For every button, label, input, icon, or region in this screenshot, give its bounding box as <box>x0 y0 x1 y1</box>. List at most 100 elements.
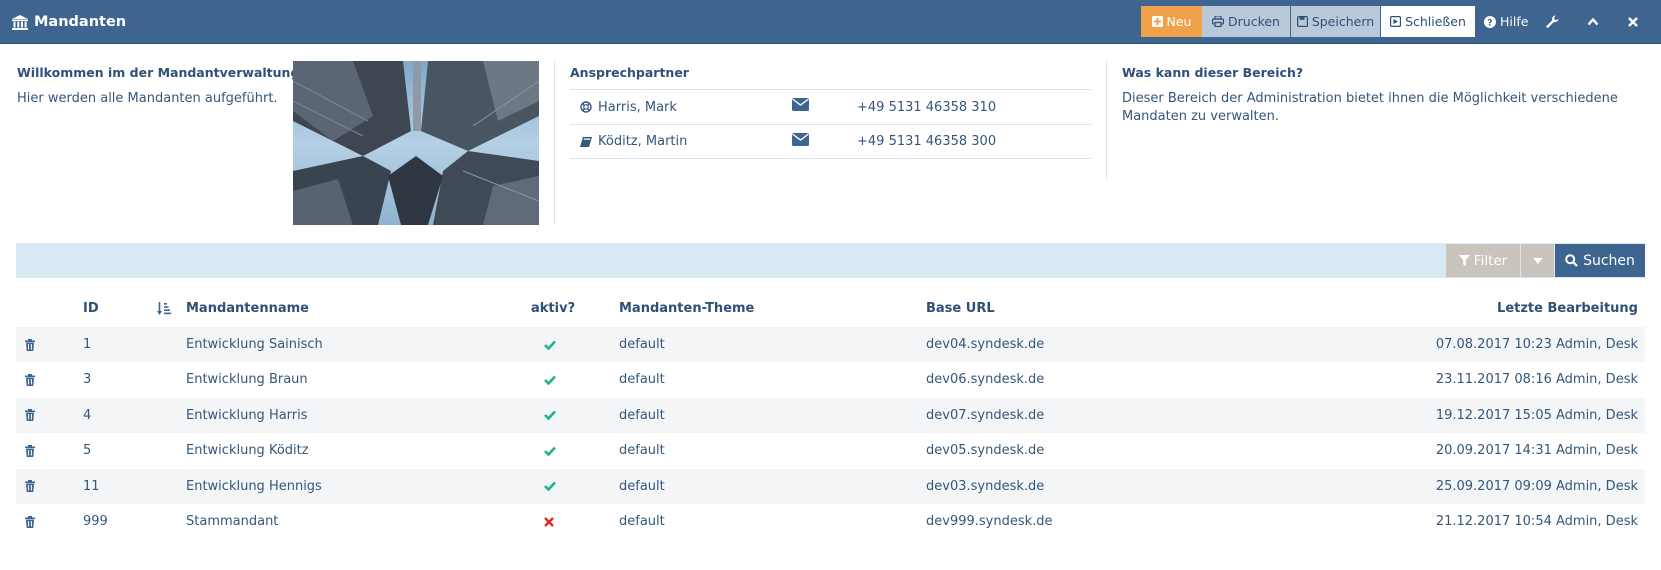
table-row[interactable]: 5 Entwicklung Köditz default dev05.syndesk.… <box>16 433 1645 468</box>
close-button[interactable] <box>1628 6 1638 37</box>
cell-name: Entwicklung Hennigs <box>186 478 322 494</box>
cell-url: dev07.syndesk.de <box>926 407 1045 423</box>
cell-url: dev999.syndesk.de <box>926 514 1053 529</box>
cell-theme: default <box>619 514 665 529</box>
cell-id: 1 <box>83 337 92 352</box>
cell-id: 4 <box>83 407 92 423</box>
cell-last-edit: 23.11.2017 08:16 Admin, Desk <box>1435 372 1638 388</box>
cell-theme: default <box>619 407 665 423</box>
cell-last-edit: 19.12.2017 15:05 Admin, Desk <box>1435 407 1638 423</box>
table-row[interactable]: 3 Entwicklung Braun default dev06.syndesk.d… <box>16 362 1645 397</box>
close-view-button-label: Schließen <box>1405 14 1466 29</box>
delete-icon[interactable] <box>25 469 35 504</box>
contacts-title: Ansprechpartner <box>570 65 689 80</box>
contact-name-label: Köditz, Martin <box>598 134 688 149</box>
cell-theme: default <box>619 443 665 459</box>
skyscraper-image <box>293 61 539 225</box>
table-row[interactable]: 999 Stammandant default dev999.syndesk.de 21… <box>16 504 1645 539</box>
delete-icon[interactable] <box>25 398 35 433</box>
search-button[interactable]: Suchen <box>1555 244 1645 277</box>
app-title: Mandanten <box>12 0 126 44</box>
column-header-last-edit[interactable]: Letzte Bearbeitung <box>1497 301 1638 316</box>
save-icon <box>1296 16 1308 27</box>
settings-button[interactable] <box>1546 6 1559 37</box>
plus-square-icon <box>1151 16 1163 27</box>
page-title: Mandanten <box>34 14 127 30</box>
cross-icon <box>544 504 554 539</box>
contact-name[interactable]: Harris, Mark <box>580 100 677 115</box>
print-button[interactable]: Drucken <box>1202 6 1290 37</box>
delete-icon[interactable] <box>25 504 35 539</box>
funnel-icon <box>1458 255 1470 266</box>
check-icon <box>544 433 556 468</box>
print-icon <box>1212 16 1225 27</box>
table-row[interactable]: 11 Entwicklung Hennigs default dev03.syndes… <box>16 468 1645 504</box>
cell-last-edit: 20.09.2017 14:31 Admin, Desk <box>1435 443 1638 459</box>
bank-icon <box>12 14 28 30</box>
contact-phone[interactable]: +49 5131 46358 300 <box>857 134 996 149</box>
cell-name: Entwicklung Harris <box>186 407 308 423</box>
about-title: Was kann dieser Bereich? <box>1122 65 1304 80</box>
check-icon <box>544 362 556 397</box>
filter-dropdown-button[interactable] <box>1521 244 1554 277</box>
check-icon <box>544 469 556 504</box>
wrench-icon <box>1546 15 1559 28</box>
cell-name: Entwicklung Köditz <box>186 443 309 459</box>
collapse-button[interactable] <box>1587 6 1599 37</box>
close-square-icon <box>1390 16 1402 27</box>
svg-text:?: ? <box>1487 18 1492 28</box>
search-button-label: Suchen <box>1583 252 1635 269</box>
help-button[interactable]: ? Hilfe <box>1484 6 1528 37</box>
email-icon[interactable] <box>792 98 809 115</box>
search-icon <box>1565 254 1578 267</box>
cell-url: dev04.syndesk.de <box>926 337 1045 352</box>
email-icon[interactable] <box>792 133 809 150</box>
book-icon <box>580 136 592 147</box>
filter-button[interactable]: Filter <box>1446 244 1520 277</box>
save-button-label: Speichern <box>1311 14 1375 29</box>
cell-url: dev05.syndesk.de <box>926 443 1045 459</box>
delete-icon[interactable] <box>25 433 35 468</box>
save-button[interactable]: Speichern <box>1291 6 1380 37</box>
column-header-id[interactable]: ID <box>83 301 99 316</box>
question-circle-icon: ? <box>1484 15 1496 28</box>
lifebuoy-icon <box>580 101 592 113</box>
about-text-line-1: Dieser Bereich der Administration bietet… <box>1122 91 1618 106</box>
cell-last-edit: 25.09.2017 09:09 Admin, Desk <box>1435 478 1638 494</box>
cell-last-edit: 07.08.2017 10:23 Admin, Desk <box>1435 337 1638 352</box>
column-header-theme[interactable]: Mandanten-Theme <box>619 301 754 316</box>
cell-url: dev03.syndesk.de <box>926 478 1045 494</box>
sort-order-icon[interactable] <box>157 302 171 319</box>
welcome-title: Willkommen im der Mandantverwaltung <box>17 65 300 80</box>
caret-down-icon <box>1532 257 1543 264</box>
cell-theme: default <box>619 478 665 494</box>
delete-icon[interactable] <box>25 362 35 397</box>
delete-icon[interactable] <box>25 327 35 362</box>
cell-name: Entwicklung Braun <box>186 372 308 388</box>
cell-id: 5 <box>83 443 92 459</box>
table-row[interactable]: 4 Entwicklung Harris default dev07.syndesk.… <box>16 397 1645 433</box>
cell-theme: default <box>619 337 665 352</box>
new-button[interactable]: Neu <box>1141 6 1202 37</box>
about-text-line-2: Mandaten zu verwalten. <box>1122 109 1280 124</box>
print-button-label: Drucken <box>1228 14 1280 29</box>
new-button-label: Neu <box>1166 14 1192 29</box>
column-header-name[interactable]: Mandantenname <box>186 301 309 316</box>
cell-name: Entwicklung Sainisch <box>186 337 323 352</box>
close-icon <box>1628 16 1638 27</box>
contact-row: Harris, Mark +49 5131 46358 310 <box>570 89 1091 124</box>
table-row[interactable]: 1 Entwicklung Sainisch default dev04.syndes… <box>16 327 1645 362</box>
filter-button-label: Filter <box>1473 252 1508 269</box>
help-button-label: Hilfe <box>1500 14 1529 29</box>
cell-id: 999 <box>83 514 108 529</box>
column-header-active[interactable]: aktiv? <box>531 301 575 316</box>
contact-name[interactable]: Köditz, Martin <box>580 134 687 149</box>
close-view-button[interactable]: Schließen <box>1381 6 1475 37</box>
column-header-url[interactable]: Base URL <box>926 301 995 316</box>
cell-id: 11 <box>83 478 100 494</box>
contact-phone[interactable]: +49 5131 46358 310 <box>857 100 996 115</box>
contact-row: Köditz, Martin +49 5131 46358 300 <box>570 124 1091 159</box>
divider <box>1106 61 1107 179</box>
chevron-up-icon <box>1587 17 1599 26</box>
welcome-text: Hier werden alle Mandanten aufgeführt. <box>17 91 278 106</box>
